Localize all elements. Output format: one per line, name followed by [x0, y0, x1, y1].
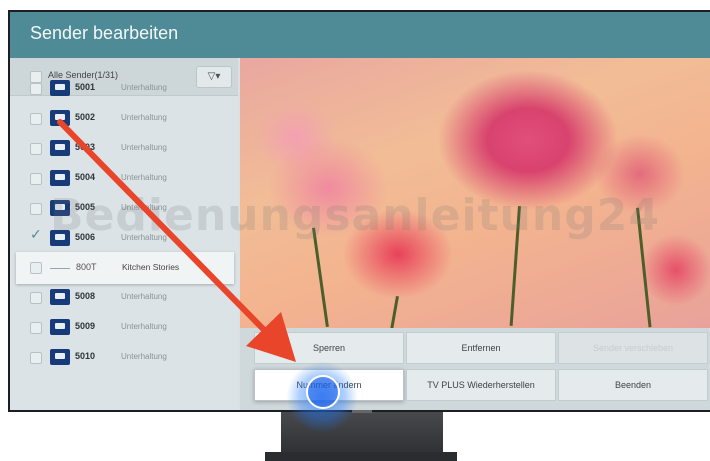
tv-screenshot: Sender bearbeiten Alle Sender(1/31) ▽▾ 5…: [0, 0, 710, 461]
tap-indicator: [306, 375, 340, 409]
arrow-line: [57, 119, 275, 341]
